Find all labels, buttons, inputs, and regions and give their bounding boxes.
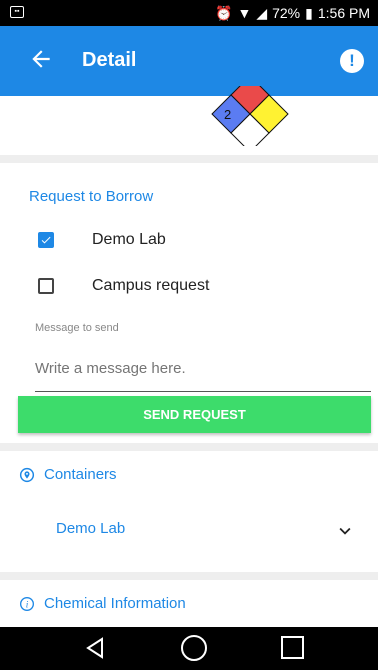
request-title: Request to Borrow (29, 188, 154, 205)
svg-text:i: i (26, 600, 29, 610)
divider (0, 443, 378, 451)
wifi-icon: ▼ (237, 5, 252, 21)
hazard-card: 2 (10, 86, 378, 155)
app-bar: Detail ! (0, 26, 378, 96)
divider (0, 572, 378, 580)
containers-header[interactable]: Containers (19, 466, 117, 483)
option-demo-lab[interactable]: Demo Lab (38, 231, 166, 249)
signal-icon: ◢ (256, 5, 268, 21)
container-item[interactable]: Demo Lab (0, 510, 378, 550)
notification-icon: ▪▪ (10, 6, 24, 18)
alert-circle-icon[interactable]: ! (340, 49, 364, 73)
container-item-label: Demo Lab (56, 520, 126, 537)
nav-back-icon[interactable] (83, 636, 107, 660)
info-icon: i (20, 596, 34, 611)
option-label: Demo Lab (92, 231, 166, 248)
message-input[interactable] (35, 345, 371, 392)
nav-recents-icon[interactable] (281, 636, 304, 659)
containers-title: Containers (44, 466, 117, 483)
message-label: Message to send (35, 322, 119, 334)
send-request-button[interactable]: SEND REQUEST (18, 396, 371, 433)
nfpa-hazard-diamond: 2 (211, 86, 289, 146)
battery-icon: ▮ (305, 5, 313, 21)
option-label: Campus request (92, 277, 210, 294)
option-campus-request[interactable]: Campus request (38, 277, 209, 295)
location-pin-icon (19, 467, 35, 482)
chemical-info-header[interactable]: i Chemical Information (19, 595, 186, 612)
alarm-icon: ⏰ (215, 5, 233, 21)
back-arrow-icon[interactable] (28, 46, 54, 72)
checkbox-checked-icon[interactable] (38, 232, 54, 248)
system-nav-bar (0, 627, 378, 670)
page-title: Detail (82, 49, 137, 71)
health-rating: 2 (224, 107, 231, 122)
status-bar: ▪▪ ⏰ ▼ ◢ 72% ▮ 1:56 PM (0, 0, 378, 26)
divider (0, 155, 378, 163)
chevron-down-icon[interactable] (334, 520, 356, 542)
chemical-info-title: Chemical Information (44, 595, 186, 612)
battery-level: 72% (272, 5, 301, 21)
checkbox-unchecked-icon[interactable] (38, 278, 54, 294)
nav-home-icon[interactable] (181, 635, 207, 661)
clock: 1:56 PM (317, 5, 370, 21)
